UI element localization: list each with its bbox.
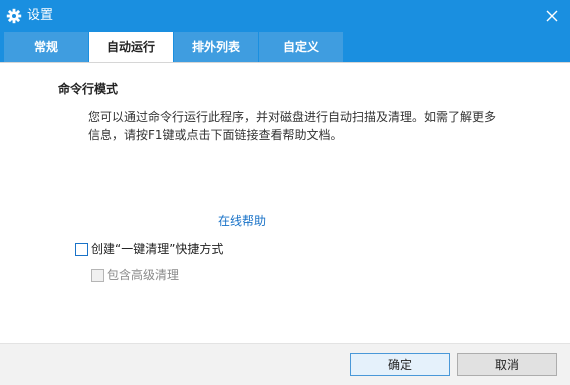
section-title: 命令行模式: [58, 82, 119, 96]
tab-exclusion-list[interactable]: 排外列表: [174, 32, 258, 62]
shortcut-checkbox[interactable]: [75, 243, 88, 256]
shortcut-label[interactable]: 创建“一键清理”快捷方式: [91, 242, 223, 257]
tab-custom[interactable]: 自定义: [259, 32, 343, 62]
title-bar[interactable]: 设置: [0, 0, 570, 32]
ok-button[interactable]: 确定: [350, 353, 450, 376]
gear-icon: [6, 8, 22, 24]
tab-bar: 常规 自动运行 排外列表 自定义: [0, 32, 570, 62]
description-text: 您可以通过命令行运行此程序，并对磁盘进行自动扫描及清理。如需了解更多信息，请按F…: [88, 110, 497, 142]
advanced-clean-checkbox: [91, 269, 104, 282]
tab-divider: [0, 62, 570, 63]
tab-general[interactable]: 常规: [4, 32, 88, 62]
close-button[interactable]: [534, 0, 570, 32]
button-footer: 确定 取消: [0, 343, 570, 385]
settings-dialog: 设置 常规 自动运行 排外列表 自定义 命令行模式 您可以通过命令行运行此程序，…: [0, 0, 570, 385]
online-help-link[interactable]: 在线帮助: [218, 212, 266, 229]
advanced-clean-label: 包含高级清理: [107, 268, 180, 282]
cancel-button[interactable]: 取消: [457, 353, 557, 376]
window-title: 设置: [27, 8, 54, 23]
tab-autorun[interactable]: 自动运行: [89, 32, 173, 62]
